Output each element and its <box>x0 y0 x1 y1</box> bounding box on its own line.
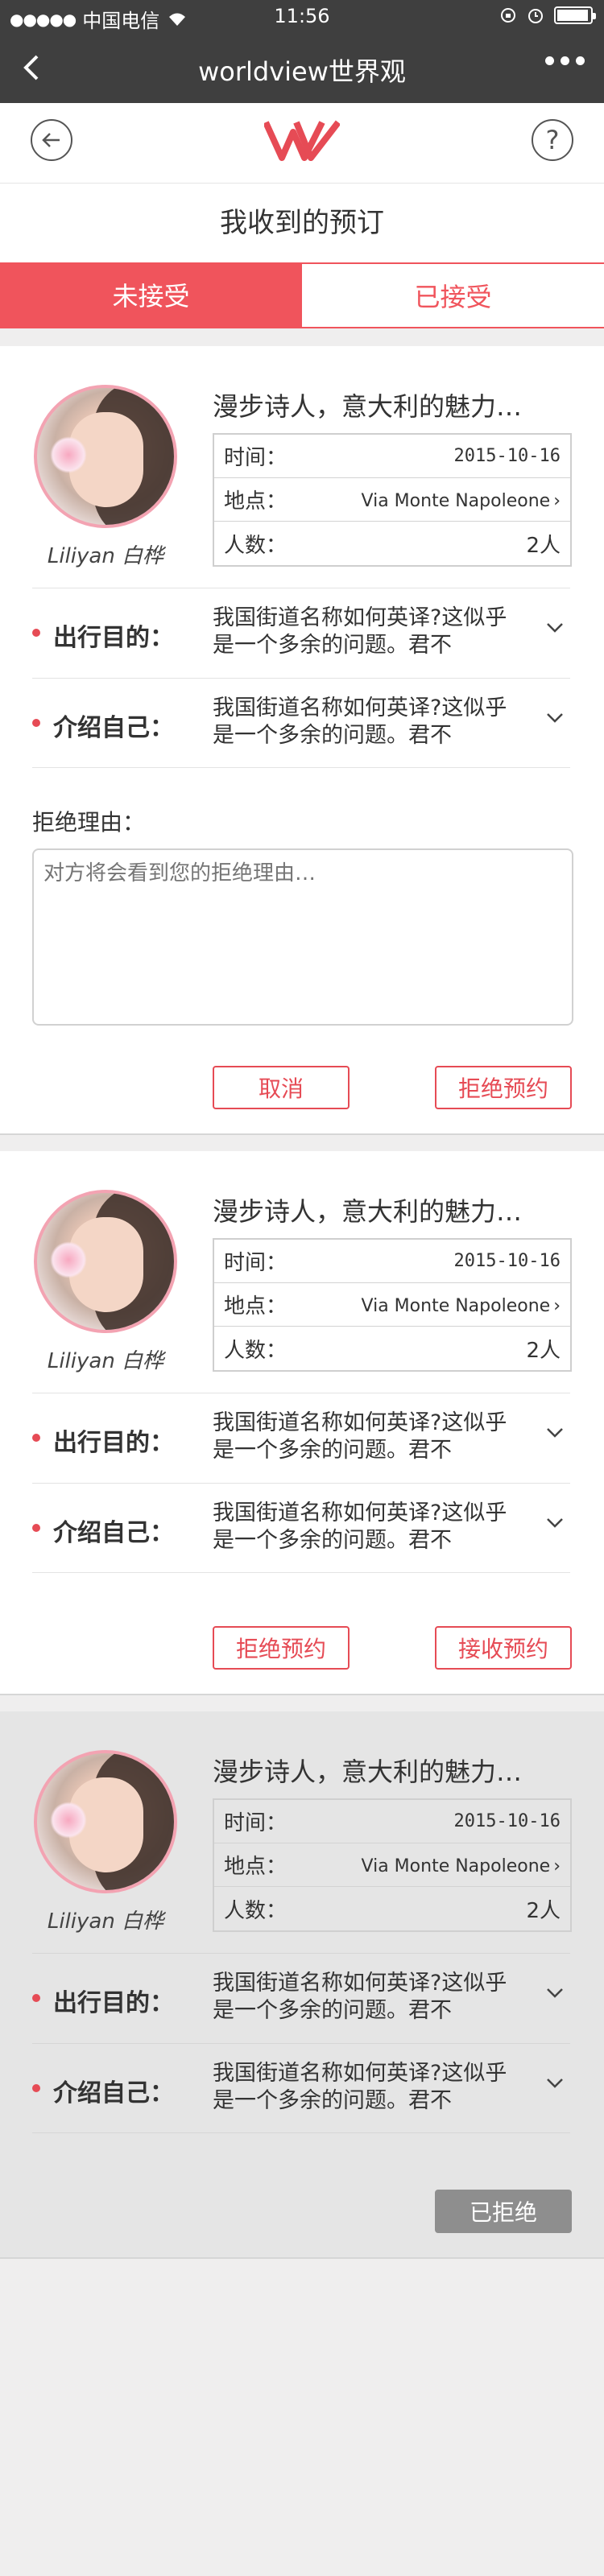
status-icons <box>499 6 596 24</box>
chevron-down-icon[interactable] <box>546 712 564 724</box>
booking-card: Liliyan 白桦 漫步诗人，意大利的魅力… 时间： 2015-10-16 地点… <box>0 346 604 1135</box>
page-title: 我收到的预订 <box>0 184 604 262</box>
purpose-row[interactable]: 出行目的： 我国街道名称如何英译?这似乎是一个多余的问题。君不 <box>32 588 570 678</box>
worldview-logo <box>264 120 340 161</box>
user-name: Liliyan 白桦 <box>47 544 164 568</box>
tab-bar: 未接受 已接受 <box>0 262 604 328</box>
battery-icon <box>554 6 596 24</box>
people-label: 人数： <box>224 1898 288 1923</box>
info-row-location[interactable]: 地点： Via Monte Napoleone › <box>214 1283 570 1327</box>
time-value: 2015-10-16 <box>453 446 561 466</box>
location-value: Via Monte Napoleone <box>361 1295 551 1316</box>
bullet-dot-icon <box>32 1994 40 2002</box>
back-circle-button[interactable] <box>31 119 72 161</box>
chevron-down-icon[interactable] <box>546 1988 564 1999</box>
purpose-label: 出行目的： <box>53 1989 174 2017</box>
chevron-right-icon: › <box>553 1856 561 1876</box>
intro-label: 介绍自己： <box>53 1519 174 1547</box>
time-label: 时间： <box>224 1811 288 1835</box>
time-value: 2015-10-16 <box>453 1811 561 1831</box>
reason-textarea[interactable] <box>32 848 573 1026</box>
arrow-left-icon <box>42 133 60 147</box>
avatar[interactable] <box>34 1190 177 1333</box>
rotation-lock-icon <box>501 8 515 23</box>
info-row-people: 人数： 2人 <box>214 1327 570 1370</box>
status-bar: ●●●●● 中国电信 11:56 <box>0 0 604 32</box>
info-row-location[interactable]: 地点： Via Monte Napoleone › <box>214 1843 570 1887</box>
tab-accepted[interactable]: 已接受 <box>302 262 604 327</box>
time-label: 时间： <box>224 1251 288 1275</box>
people-label: 人数： <box>224 533 288 558</box>
tab-not-accepted[interactable]: 未接受 <box>0 262 302 327</box>
people-value: 2人 <box>526 533 561 558</box>
intro-text: 我国街道名称如何英译?这似乎是一个多余的问题。君不 <box>213 1501 507 1553</box>
purpose-row[interactable]: 出行目的： 我国街道名称如何英译?这似乎是一个多余的问题。君不 <box>32 1393 570 1483</box>
alarm-icon <box>528 9 543 23</box>
nav-title: worldview世界观 <box>198 56 406 87</box>
booking-info-table: 时间： 2015-10-16 地点： Via Monte Napoleone › 人数… <box>213 433 572 567</box>
booking-info-table: 时间： 2015-10-16 地点： Via Monte Napoleone › 人数… <box>213 1238 572 1372</box>
location-value: Via Monte Napoleone <box>361 1856 551 1876</box>
booking-title[interactable]: 漫步诗人，意大利的魅力… <box>213 1191 522 1228</box>
purpose-text: 我国街道名称如何英译?这似乎是一个多余的问题。君不 <box>213 1971 507 2023</box>
chevron-down-icon[interactable] <box>546 1427 564 1439</box>
declined-status-button: 已拒绝 <box>435 2190 572 2233</box>
help-button[interactable]: ? <box>532 119 573 161</box>
intro-label: 介绍自己： <box>53 2079 174 2107</box>
purpose-label: 出行目的： <box>53 624 174 652</box>
chevron-right-icon: › <box>553 1295 561 1316</box>
purpose-text: 我国街道名称如何英译?这似乎是一个多余的问题。君不 <box>213 1410 507 1463</box>
purpose-row[interactable]: 出行目的： 我国街道名称如何英译?这似乎是一个多余的问题。君不 <box>32 1953 570 2043</box>
intro-text: 我国街道名称如何英译?这似乎是一个多余的问题。君不 <box>213 696 507 748</box>
reject-booking-button[interactable]: 拒绝预约 <box>213 1626 350 1670</box>
purpose-text: 我国街道名称如何英译?这似乎是一个多余的问题。君不 <box>213 605 507 658</box>
location-value: Via Monte Napoleone <box>361 490 551 511</box>
chevron-down-icon[interactable] <box>546 1517 564 1529</box>
booking-card: Liliyan 白桦 漫步诗人，意大利的魅力… 时间： 2015-10-16 地点… <box>0 1151 604 1695</box>
bullet-dot-icon <box>32 2084 40 2092</box>
info-row-people: 人数： 2人 <box>214 522 570 565</box>
location-label: 地点： <box>224 1294 288 1319</box>
page-header: ? <box>0 103 604 184</box>
user-name: Liliyan 白桦 <box>47 1909 164 1934</box>
accept-booking-button[interactable]: 接收预约 <box>435 1626 572 1670</box>
intro-label: 介绍自己： <box>53 714 174 742</box>
navigation-bar: worldview世界观 <box>0 32 604 103</box>
intro-row[interactable]: 介绍自己： 我国街道名称如何英译?这似乎是一个多余的问题。君不 <box>32 678 570 768</box>
intro-row[interactable]: 介绍自己： 我国街道名称如何英译?这似乎是一个多余的问题。君不 <box>32 2043 570 2133</box>
chevron-down-icon[interactable] <box>546 622 564 634</box>
purpose-label: 出行目的： <box>53 1429 174 1457</box>
bullet-dot-icon <box>32 629 40 637</box>
people-value: 2人 <box>526 1898 561 1923</box>
location-label: 地点： <box>224 1855 288 1879</box>
avatar[interactable] <box>34 1750 177 1893</box>
time-label: 时间： <box>224 446 288 470</box>
location-label: 地点： <box>224 489 288 514</box>
info-row-time: 时间： 2015-10-16 <box>214 1240 570 1283</box>
chevron-right-icon: › <box>553 490 561 511</box>
bullet-dot-icon <box>32 1434 40 1442</box>
booking-title[interactable]: 漫步诗人，意大利的魅力… <box>213 386 522 423</box>
reject-booking-button[interactable]: 拒绝预约 <box>435 1066 572 1109</box>
time-value: 2015-10-16 <box>453 1251 561 1271</box>
intro-row[interactable]: 介绍自己： 我国街道名称如何英译?这似乎是一个多余的问题。君不 <box>32 1483 570 1573</box>
chevron-down-icon[interactable] <box>546 2078 564 2089</box>
info-row-location[interactable]: 地点： Via Monte Napoleone › <box>214 478 570 522</box>
avatar[interactable] <box>34 385 177 528</box>
people-label: 人数： <box>224 1338 288 1363</box>
booking-title[interactable]: 漫步诗人，意大利的魅力… <box>213 1752 522 1789</box>
info-row-people: 人数： 2人 <box>214 1887 570 1930</box>
people-value: 2人 <box>526 1338 561 1363</box>
user-name: Liliyan 白桦 <box>47 1349 164 1373</box>
intro-text: 我国街道名称如何英译?这似乎是一个多余的问题。君不 <box>213 2061 507 2113</box>
more-icon[interactable] <box>545 56 585 65</box>
bullet-dot-icon <box>32 719 40 727</box>
booking-info-table: 时间： 2015-10-16 地点： Via Monte Napoleone › 人数… <box>213 1798 572 1932</box>
reason-label: 拒绝理由： <box>32 809 146 836</box>
cancel-button[interactable]: 取消 <box>213 1066 350 1109</box>
info-row-time: 时间： 2015-10-16 <box>214 435 570 478</box>
info-row-time: 时间： 2015-10-16 <box>214 1800 570 1843</box>
booking-card-declined: Liliyan 白桦 漫步诗人，意大利的魅力… 时间： 2015-10-16 地点… <box>0 1711 604 2259</box>
bullet-dot-icon <box>32 1524 40 1532</box>
